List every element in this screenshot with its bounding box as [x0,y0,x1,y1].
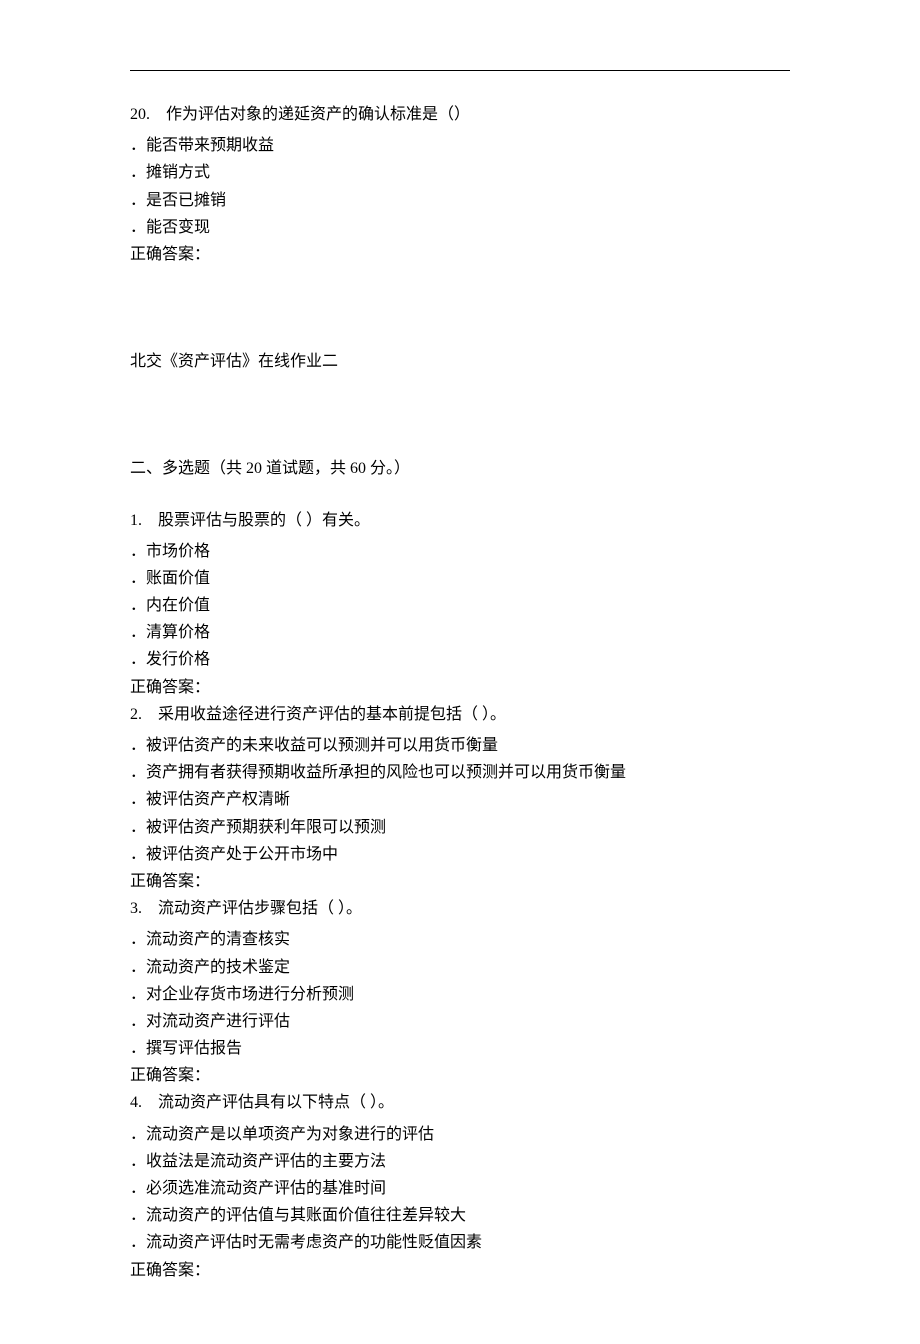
option: ．对流动资产进行评估 [130,1008,790,1035]
option: ．能否变现 [130,214,790,241]
question-stem: 3. 流动资产评估步骤包括（ ）。 [130,900,362,917]
option: ．资产拥有者获得预期收益所承担的风险也可以预测并可以用货币衡量 [130,759,790,786]
option: ．必须选准流动资产评估的基准时间 [130,1175,790,1202]
answer-label: 正确答案： [130,1062,790,1089]
question-stem: 20. 作为评估对象的递延资产的确认标准是（） [130,106,470,123]
question-20: 20. 作为评估对象的递延资产的确认标准是（） [130,101,790,128]
answer-label: 正确答案： [130,868,790,895]
option: ．摊销方式 [130,159,790,186]
multi-question-3: 3. 流动资产评估步骤包括（ ）。 [130,895,790,922]
document-page: 20. 作为评估对象的递延资产的确认标准是（） ．能否带来预期收益 ．摊销方式 … [0,0,920,1344]
section-heading: 二、多选题（共 20 道试题，共 60 分。） [130,455,790,482]
question-stem: 1. 股票评估与股票的（ ）有关。 [130,512,370,529]
option: ．市场价格 [130,538,790,565]
multi-question-1: 1. 股票评估与股票的（ ）有关。 [130,507,790,534]
option: ．流动资产是以单项资产为对象进行的评估 [130,1121,790,1148]
option: ．对企业存货市场进行分析预测 [130,981,790,1008]
option: ．收益法是流动资产评估的主要方法 [130,1148,790,1175]
multi-question-4: 4. 流动资产评估具有以下特点（ ）。 [130,1089,790,1116]
option: ．流动资产的评估值与其账面价值往往差异较大 [130,1202,790,1229]
option: ．流动资产的技术鉴定 [130,954,790,981]
question-stem: 4. 流动资产评估具有以下特点（ ）。 [130,1094,394,1111]
option: ．流动资产评估时无需考虑资产的功能性贬值因素 [130,1229,790,1256]
answer-label: 正确答案： [130,241,790,268]
option: ．发行价格 [130,646,790,673]
question-stem: 2. 采用收益途径进行资产评估的基本前提包括（ ）。 [130,706,506,723]
header-rule [130,70,790,71]
option: ．内在价值 [130,592,790,619]
option: ．被评估资产的未来收益可以预测并可以用货币衡量 [130,732,790,759]
answer-label: 正确答案： [130,674,790,701]
option: ．流动资产的清查核实 [130,926,790,953]
option: ．账面价值 [130,565,790,592]
option: ．被评估资产产权清晰 [130,786,790,813]
answer-label: 正确答案： [130,1257,790,1284]
multi-question-2: 2. 采用收益途径进行资产评估的基本前提包括（ ）。 [130,701,790,728]
assignment-title: 北交《资产评估》在线作业二 [130,348,790,375]
option: ．撰写评估报告 [130,1035,790,1062]
option: ．是否已摊销 [130,187,790,214]
option: ．被评估资产预期获利年限可以预测 [130,814,790,841]
option: ．被评估资产处于公开市场中 [130,841,790,868]
option: ．清算价格 [130,619,790,646]
option: ．能否带来预期收益 [130,132,790,159]
